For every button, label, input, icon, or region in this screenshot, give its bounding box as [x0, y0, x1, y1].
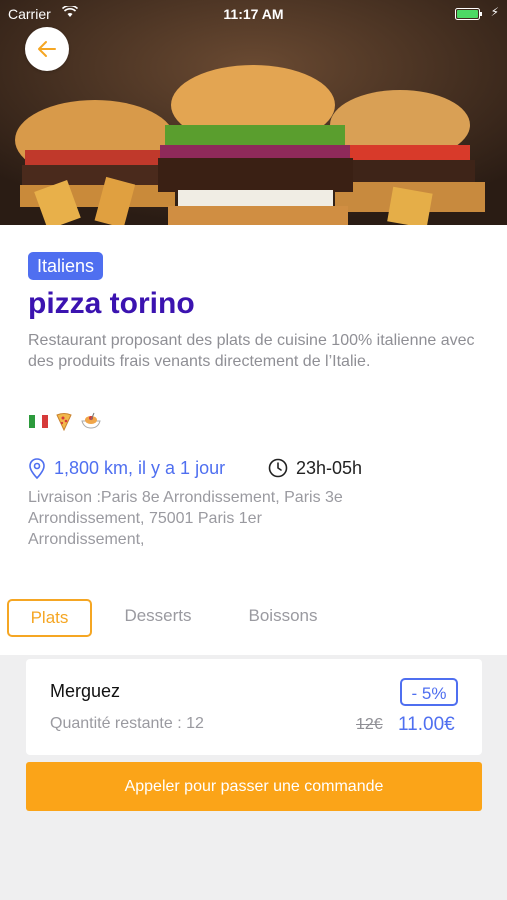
restaurant-details: Italiens pizza torino Restaurant proposa…: [0, 225, 507, 655]
call-to-order-button[interactable]: Appeler pour passer une commande: [26, 762, 482, 811]
spaghetti-icon: [81, 412, 101, 429]
new-price: 11.00€: [398, 714, 455, 735]
menu-item-card[interactable]: Merguez Quantité restante : 12 - 5% 12€ …: [26, 659, 482, 755]
status-time: 11:17 AM: [223, 6, 284, 22]
back-button[interactable]: [25, 27, 69, 71]
restaurant-name: pizza torino: [28, 287, 195, 320]
status-bar: Carrier 11:17 AM ⚡: [0, 0, 507, 28]
clock-icon: [268, 458, 288, 478]
arrow-left-icon: [38, 41, 56, 57]
menu-item-quantity: Quantité restante : 12: [50, 715, 204, 732]
hero-image: [0, 0, 507, 225]
old-price: 12€: [356, 716, 383, 733]
menu-item-name: Merguez: [50, 681, 121, 701]
cuisine-tags: [29, 411, 102, 431]
tab-boissons[interactable]: Boissons: [240, 599, 326, 633]
delivery-address: Livraison :Paris 8e Arrondissement, Pari…: [28, 489, 343, 548]
italian-flag-icon: [29, 414, 48, 428]
restaurant-description: Restaurant proposant des plats de cuisin…: [28, 332, 475, 370]
discount-badge: - 5%: [400, 678, 458, 706]
battery-icon: [455, 8, 482, 20]
distance-label: 1,800 km, il y a 1 jour: [54, 458, 226, 478]
tab-plats[interactable]: Plats: [7, 599, 92, 637]
location-pin-icon: [29, 458, 45, 480]
category-badge: Italiens: [28, 252, 104, 280]
charging-icon: ⚡: [490, 5, 499, 19]
pizza-icon: [56, 413, 72, 431]
opening-hours: 23h-05h: [296, 458, 363, 478]
tab-desserts[interactable]: Desserts: [118, 599, 198, 633]
